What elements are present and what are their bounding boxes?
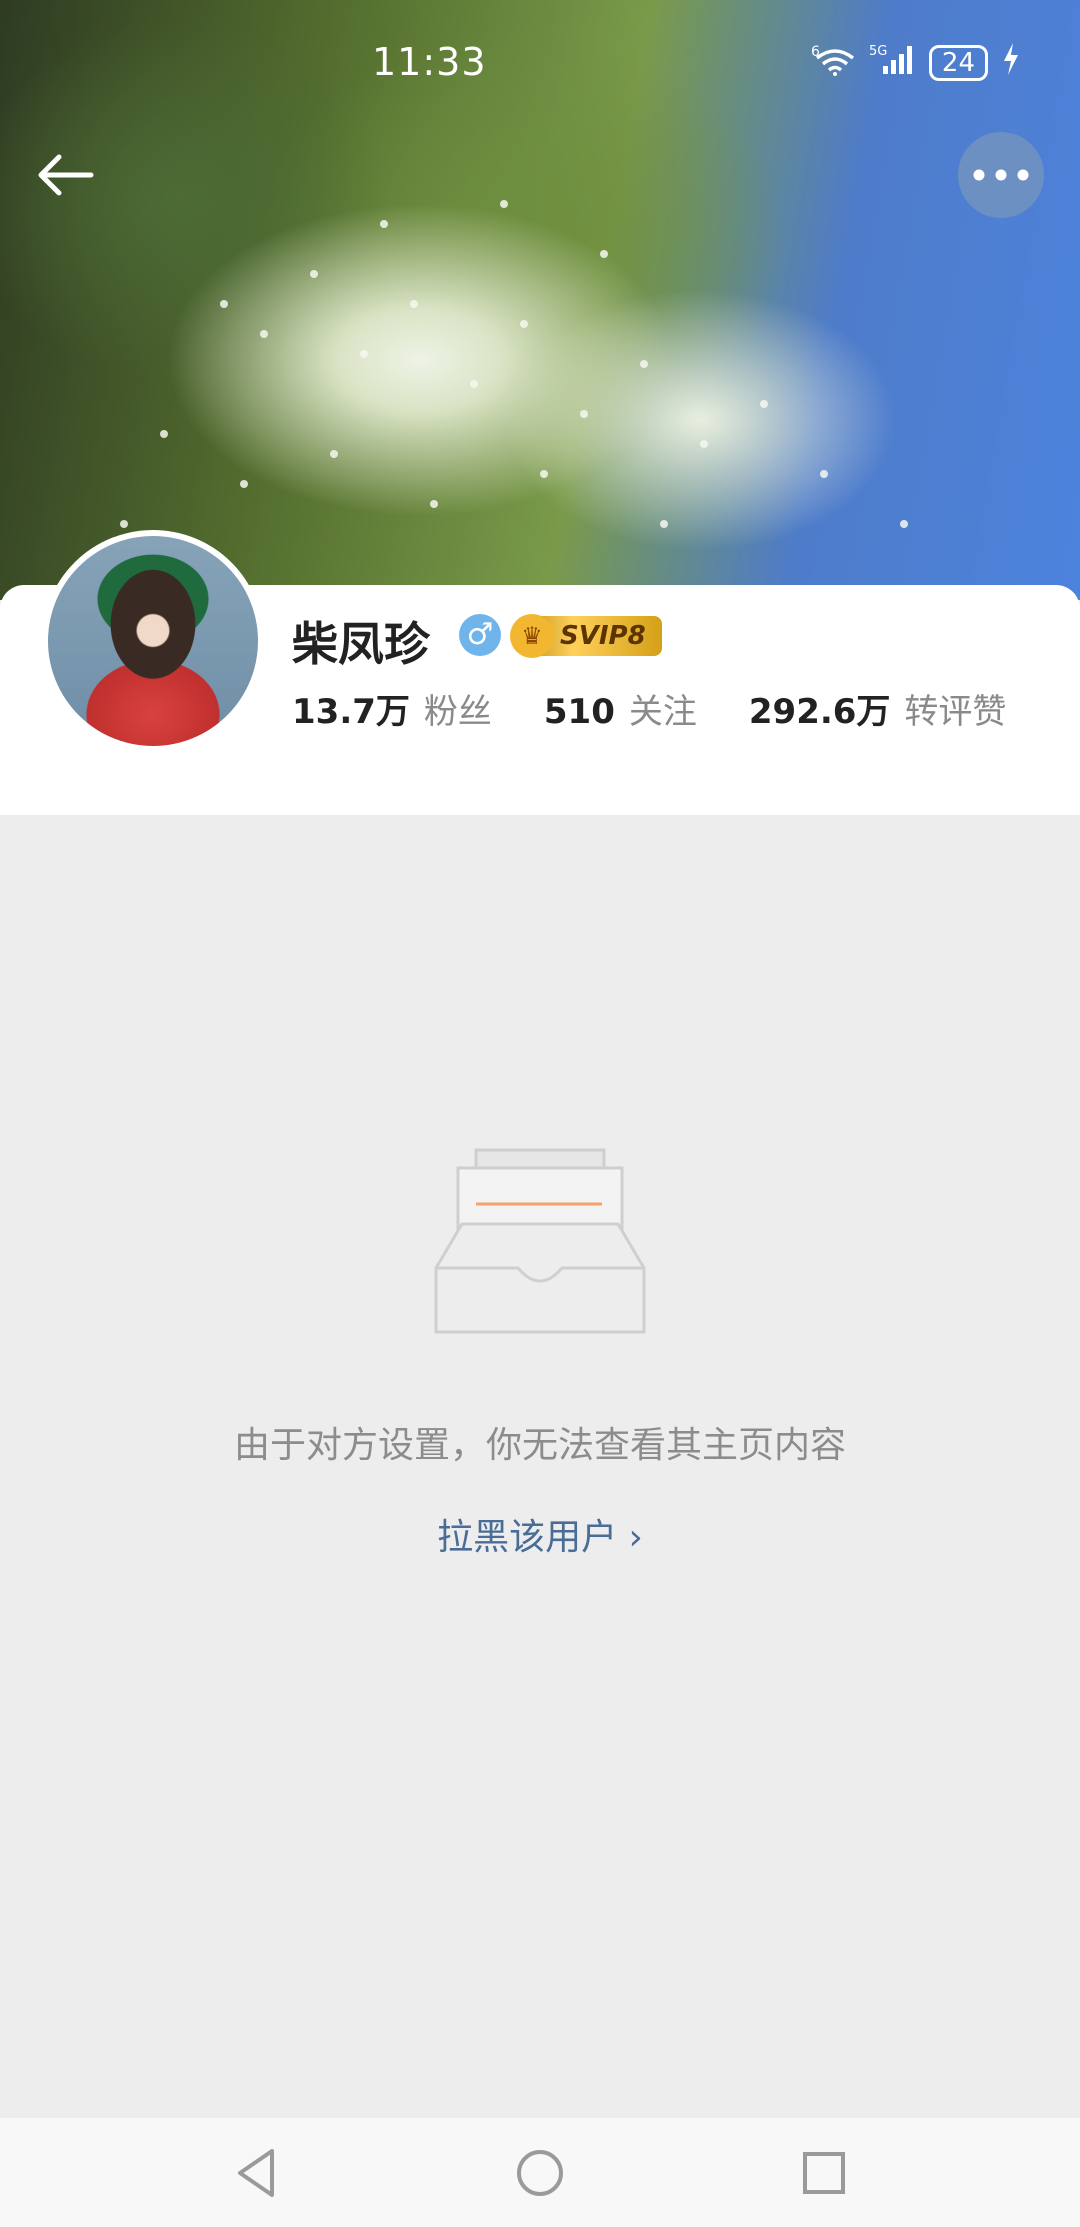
system-nav-bar: [0, 2118, 1080, 2227]
wifi-icon: 6: [811, 42, 855, 83]
battery-indicator: 24: [928, 44, 988, 81]
svip-label: SVIP8: [560, 621, 646, 651]
charging-icon: [1002, 43, 1020, 82]
gender-male-icon: ♂: [459, 614, 501, 656]
square-recent-icon: [803, 2151, 845, 2194]
more-button[interactable]: [958, 132, 1044, 218]
nav-home-button[interactable]: [500, 2133, 580, 2213]
avatar[interactable]: [42, 530, 264, 752]
nav-recent-button[interactable]: [784, 2133, 864, 2213]
stat-followers[interactable]: 13.7万 粉丝: [292, 684, 492, 733]
stat-label: 粉丝: [423, 692, 492, 732]
chevron-right-icon: ›: [628, 1517, 643, 1558]
arrow-left-icon: [38, 154, 94, 196]
empty-state-message: 由于对方设置，你无法查看其主页内容: [233, 1425, 846, 1466]
back-button[interactable]: [30, 140, 100, 210]
empty-box-icon: [432, 1148, 648, 1338]
profile-name: 柴凤珍: [292, 617, 430, 671]
status-time: 11:33: [372, 40, 487, 84]
stat-value: 510: [543, 692, 615, 732]
triangle-back-icon: [238, 2148, 274, 2197]
more-horizontal-icon: [973, 169, 1029, 181]
cover-photo: [0, 0, 1080, 600]
nav-back-button[interactable]: [216, 2133, 296, 2213]
stat-value: 13.7万: [292, 692, 410, 732]
stat-reposts-comments-likes: 292.6万 转评赞: [749, 684, 1007, 733]
stat-value: 292.6万: [748, 692, 891, 732]
signal-icon: 5G: [869, 42, 915, 83]
crown-icon: ♛: [510, 614, 554, 658]
block-user-label: 拉黑该用户: [437, 1517, 618, 1558]
stat-label: 转评赞: [904, 692, 1007, 732]
stat-following[interactable]: 510 关注: [544, 684, 697, 733]
profile-stats: 13.7万 粉丝 510 关注 292.6万 转评赞: [292, 684, 1058, 733]
svip-badge[interactable]: ♛ SVIP8: [510, 614, 662, 658]
svg-text:5G: 5G: [869, 44, 887, 59]
stat-label: 关注: [628, 692, 697, 732]
status-icons: 6 5G 24: [811, 42, 1020, 83]
circle-home-icon: [517, 2149, 563, 2196]
block-user-link[interactable]: 拉黑该用户 ›: [0, 1508, 1080, 1560]
